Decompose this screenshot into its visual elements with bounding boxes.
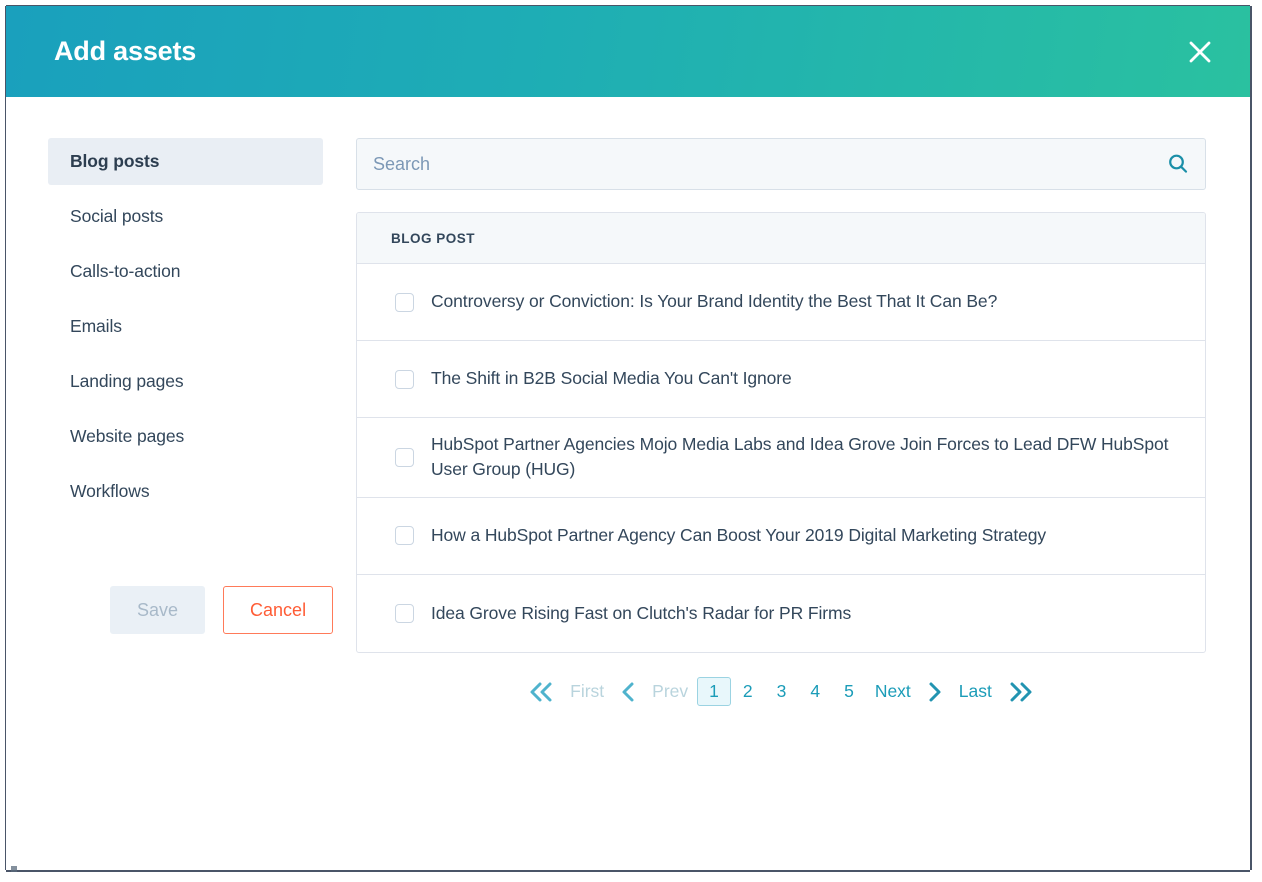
- row-checkbox[interactable]: [395, 526, 414, 546]
- pagination-next[interactable]: Next: [866, 679, 920, 705]
- search-bar: [356, 138, 1206, 190]
- pagination-last[interactable]: Last: [950, 679, 1001, 705]
- pagination-page-3[interactable]: 3: [765, 679, 799, 705]
- table-row[interactable]: Idea Grove Rising Fast on Clutch's Radar…: [357, 575, 1205, 652]
- pagination-prev-chevron-icon[interactable]: [613, 679, 643, 705]
- table-row[interactable]: How a HubSpot Partner Agency Can Boost Y…: [357, 498, 1205, 575]
- close-icon: [1187, 39, 1213, 65]
- sidebar-item-label: Social posts: [70, 206, 164, 226]
- sidebar-item-workflows[interactable]: Workflows: [48, 468, 323, 515]
- row-title: Controversy or Conviction: Is Your Brand…: [431, 291, 998, 312]
- main-panel: BLOG POST Controversy or Conviction: Is …: [323, 138, 1206, 707]
- row-checkbox[interactable]: [395, 447, 414, 467]
- assets-table: BLOG POST Controversy or Conviction: Is …: [356, 212, 1206, 653]
- sidebar-item-label: Website pages: [70, 426, 185, 446]
- sidebar: Blog posts Social posts Calls-to-action …: [48, 138, 334, 706]
- sidebar-item-emails[interactable]: Emails: [48, 303, 323, 350]
- row-title: HubSpot Partner Agencies Mojo Media Labs…: [431, 434, 1169, 480]
- row-checkbox[interactable]: [395, 292, 414, 312]
- dialog-footer: Save Cancel: [48, 586, 334, 634]
- sidebar-item-label: Landing pages: [70, 371, 184, 391]
- pagination-next-chevron-icon[interactable]: [920, 679, 950, 705]
- row-title: How a HubSpot Partner Agency Can Boost Y…: [431, 525, 1047, 546]
- table-row[interactable]: Controversy or Conviction: Is Your Brand…: [357, 264, 1205, 341]
- sidebar-item-label: Blog posts: [70, 151, 160, 171]
- column-header-blog-post: BLOG POST: [391, 230, 476, 246]
- pagination-page-2[interactable]: 2: [731, 679, 765, 705]
- pagination-page-4[interactable]: 4: [798, 679, 832, 705]
- search-input[interactable]: [357, 139, 1205, 189]
- table-header: BLOG POST: [357, 213, 1205, 264]
- close-button[interactable]: [1178, 30, 1222, 74]
- sidebar-item-landing-pages[interactable]: Landing pages: [48, 358, 323, 405]
- sidebar-item-website-pages[interactable]: Website pages: [48, 413, 323, 460]
- sidebar-item-blog-posts[interactable]: Blog posts: [48, 138, 323, 185]
- dialog-header: Add assets: [6, 6, 1250, 97]
- search-icon: [1166, 152, 1190, 176]
- row-title: The Shift in B2B Social Media You Can't …: [431, 368, 792, 389]
- sidebar-item-social-posts[interactable]: Social posts: [48, 193, 323, 240]
- table-row[interactable]: HubSpot Partner Agencies Mojo Media Labs…: [357, 418, 1205, 498]
- pagination-first[interactable]: First: [561, 679, 613, 705]
- corner-artifact: [11, 866, 17, 872]
- sidebar-item-calls-to-action[interactable]: Calls-to-action: [48, 248, 323, 295]
- pagination: First Prev 1 2 3 4 5 Next Last: [356, 676, 1206, 707]
- page-title: Add assets: [54, 36, 197, 66]
- dialog-body: Blog posts Social posts Calls-to-action …: [6, 97, 1250, 707]
- row-checkbox[interactable]: [395, 603, 414, 623]
- pagination-page-1[interactable]: 1: [697, 676, 731, 707]
- row-title: Idea Grove Rising Fast on Clutch's Radar…: [431, 602, 852, 623]
- row-checkbox[interactable]: [395, 369, 414, 389]
- pagination-prev[interactable]: Prev: [643, 679, 697, 705]
- pagination-page-5[interactable]: 5: [832, 679, 866, 705]
- save-button[interactable]: Save: [110, 586, 206, 634]
- pagination-last-chevron-icon[interactable]: [1001, 679, 1039, 705]
- sidebar-item-label: Calls-to-action: [70, 261, 181, 281]
- add-assets-dialog: Add assets Blog posts Social posts Calls…: [6, 6, 1250, 870]
- sidebar-item-label: Workflows: [70, 481, 150, 501]
- cancel-button[interactable]: Cancel: [223, 586, 334, 634]
- table-row[interactable]: The Shift in B2B Social Media You Can't …: [357, 341, 1205, 418]
- pagination-first-chevron-icon[interactable]: [523, 679, 561, 705]
- search-button[interactable]: [1163, 149, 1193, 179]
- sidebar-item-label: Emails: [70, 316, 122, 336]
